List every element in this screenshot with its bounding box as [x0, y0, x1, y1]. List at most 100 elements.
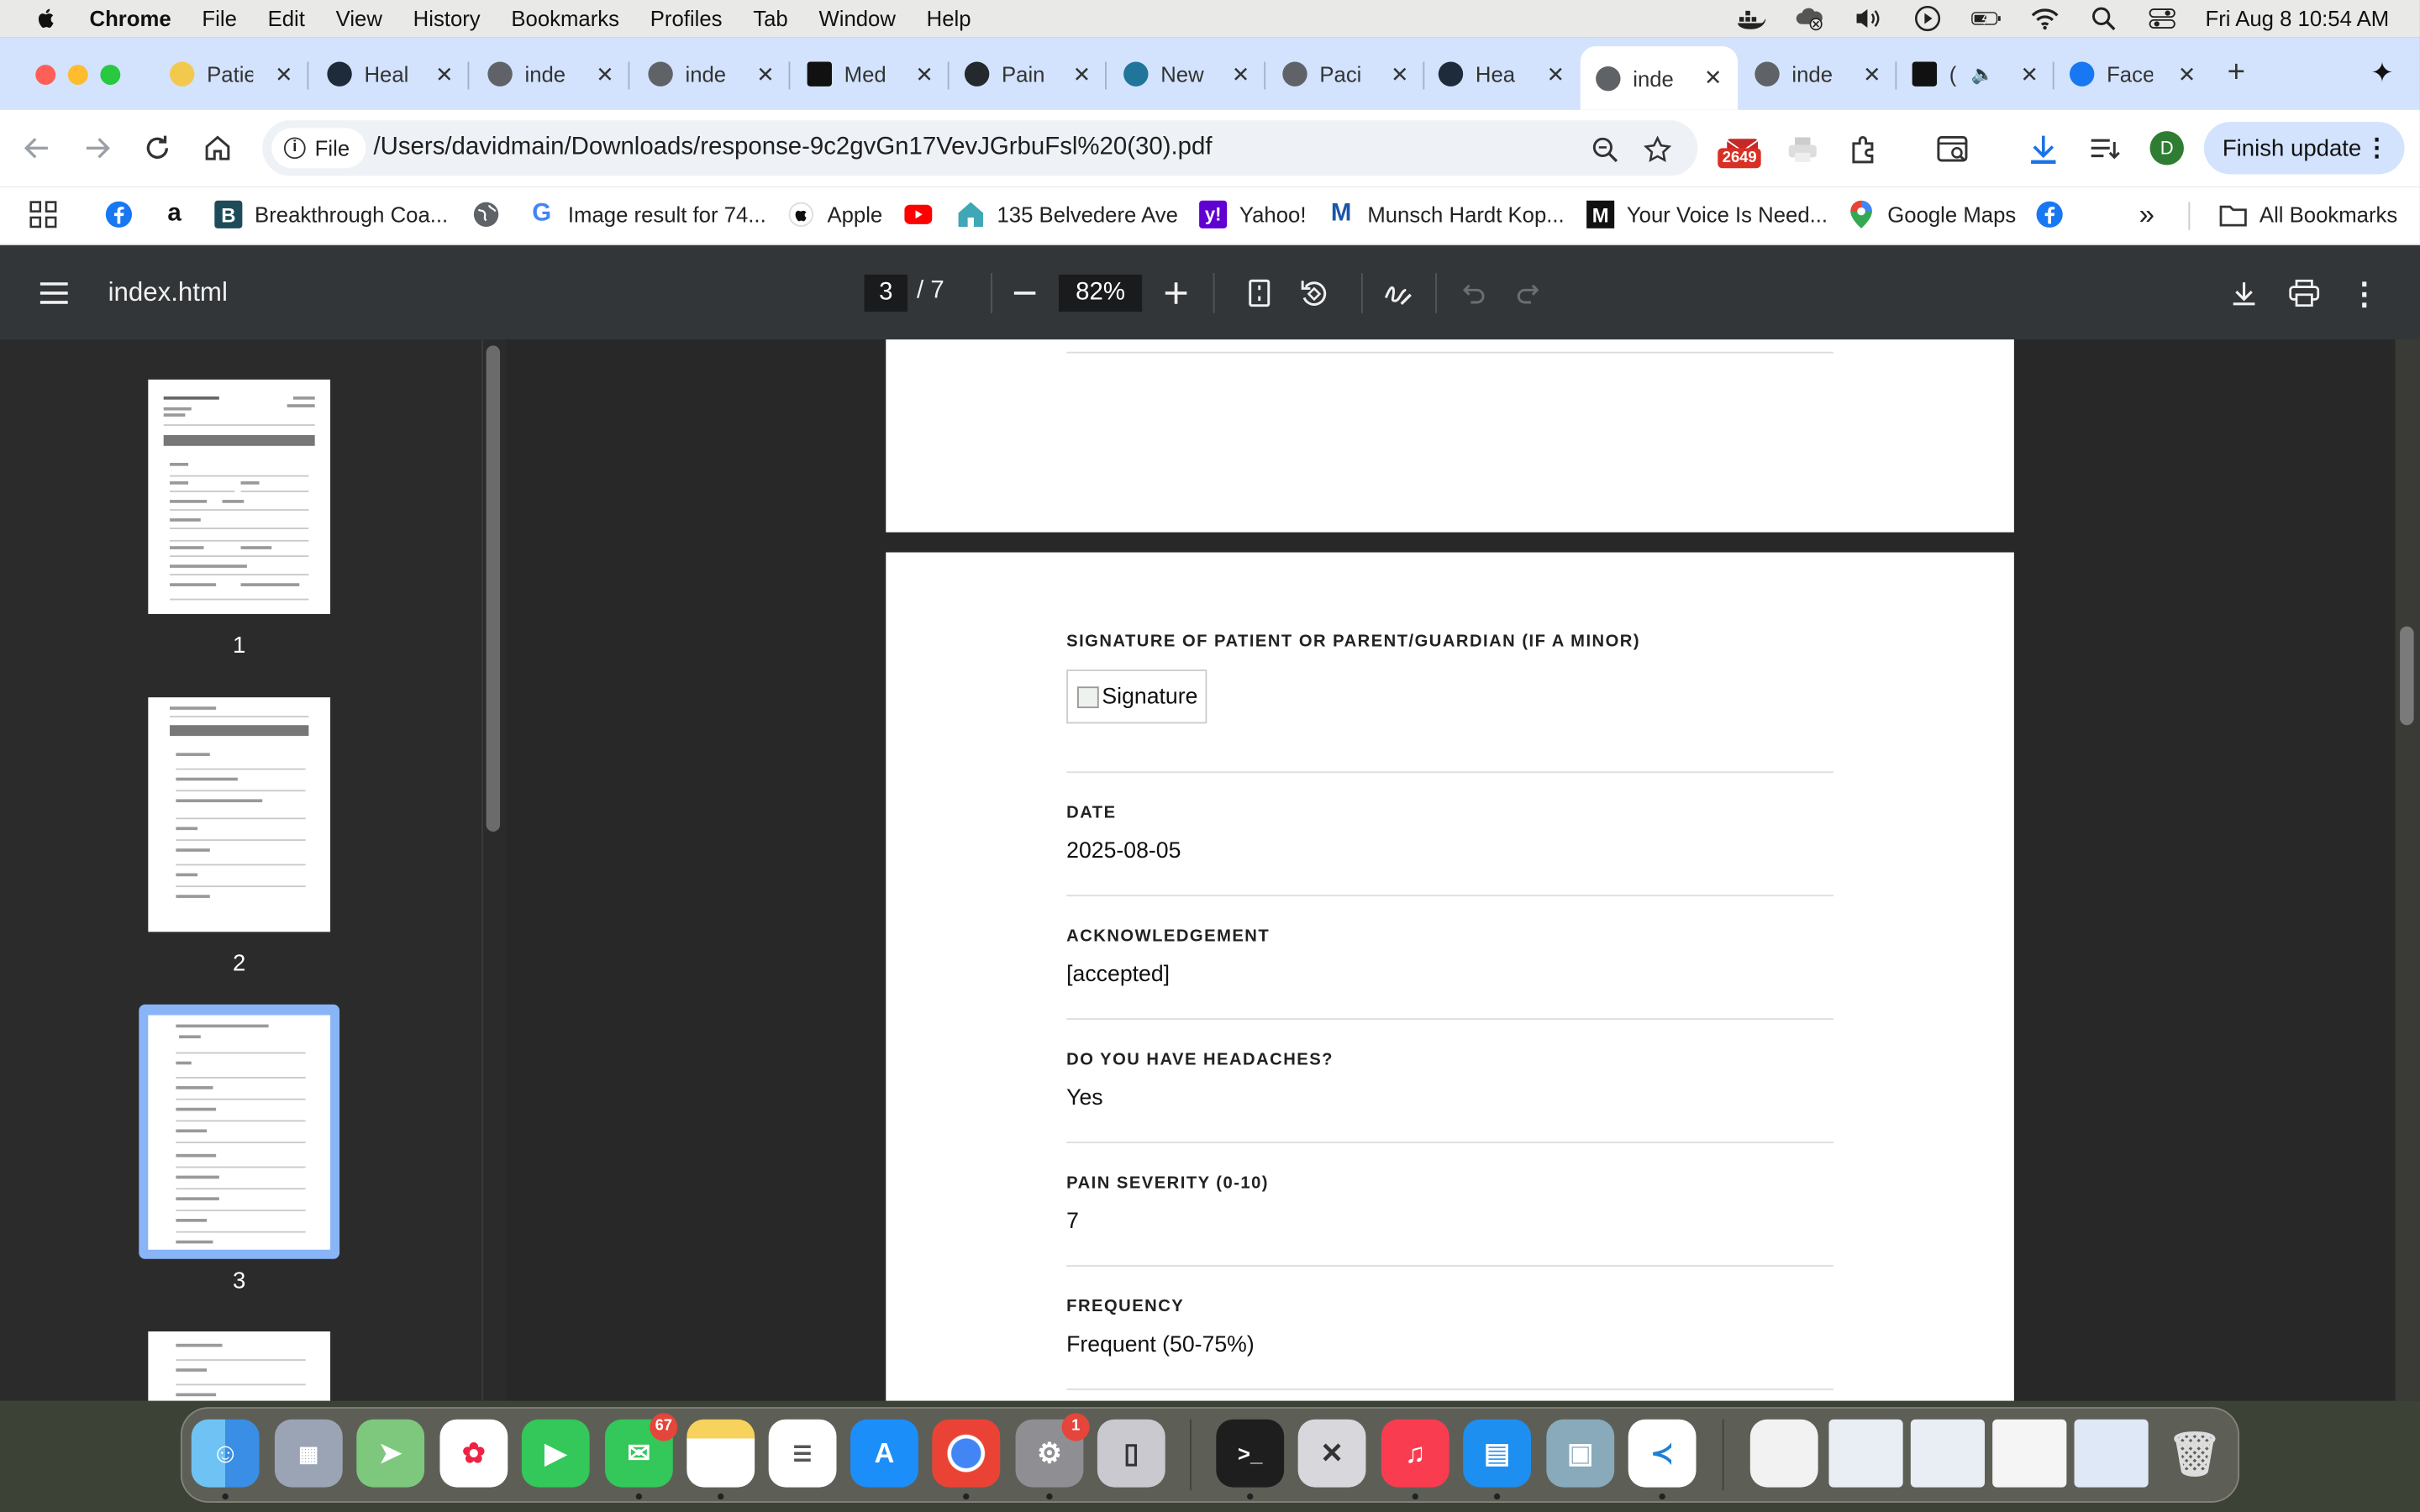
tab-close-icon[interactable]: ✕ [432, 61, 456, 86]
recent-document-icon[interactable] [1828, 1419, 1903, 1488]
browser-tab[interactable]: inde ✕ [472, 50, 630, 99]
document-scrollbar-thumb[interactable] [2400, 626, 2414, 726]
pdf-menu-icon[interactable] [37, 276, 71, 310]
terminal-icon[interactable]: >_ [1216, 1419, 1285, 1488]
music-icon[interactable]: ♫ [1381, 1419, 1449, 1488]
menu-view[interactable]: View [336, 6, 382, 30]
bookmark-item[interactable]: M Your Voice Is Need... [1586, 199, 1828, 230]
bookmark-item[interactable]: M Munsch Hardt Kop... [1328, 199, 1565, 230]
more-options-icon[interactable]: ⋮ [2348, 276, 2381, 311]
undo-icon[interactable] [1457, 276, 1491, 310]
bookmark-item[interactable]: 135 Belvedere Ave [957, 199, 1178, 230]
tab-close-icon[interactable]: ✕ [1860, 61, 1884, 86]
home-button[interactable] [201, 131, 234, 165]
spotlight-icon[interactable] [2088, 6, 2119, 31]
browser-tab[interactable]: inde ✕ [1739, 50, 1897, 99]
browser-tab[interactable]: (🔈 ✕ [1897, 50, 2054, 99]
bookmark-item[interactable]: Apple [787, 199, 882, 230]
browser-tab[interactable]: Paci ✕ [1267, 50, 1425, 99]
bookmark-item[interactable]: y! Yahoo! [1199, 199, 1306, 230]
zoom-level-input[interactable]: 82% [1058, 274, 1143, 312]
pdf-document-area[interactable]: SIGNATURE OF PATIENT OR PARENT/GUARDIAN … [506, 339, 2396, 1401]
menu-window[interactable]: Window [818, 6, 895, 30]
trash-icon[interactable]: 🗑 [2160, 1420, 2228, 1488]
tab-close-icon[interactable]: ✕ [592, 61, 617, 86]
reading-list-icon[interactable] [2086, 131, 2123, 168]
browser-tab[interactable]: Patie ✕ [155, 50, 309, 99]
bookmark-item[interactable] [472, 199, 513, 230]
tab-close-icon[interactable]: ✕ [271, 61, 296, 86]
print-icon[interactable] [2287, 276, 2321, 310]
browser-tab[interactable]: Pain ✕ [950, 50, 1107, 99]
apple-menu-icon[interactable] [34, 6, 58, 30]
reminders-icon[interactable]: ☰ [768, 1419, 837, 1488]
sidebar-scrollbar-thumb[interactable] [486, 345, 501, 832]
site-info-chip[interactable]: i File [271, 128, 366, 169]
now-playing-icon[interactable] [1912, 5, 1944, 32]
tab-close-icon[interactable]: ✕ [753, 61, 777, 86]
bookmark-item[interactable] [904, 199, 944, 230]
tab-close-icon[interactable]: ✕ [912, 61, 936, 86]
menu-file[interactable]: File [202, 6, 236, 30]
forward-button[interactable] [81, 131, 114, 165]
zoom-in-button[interactable] [1159, 276, 1192, 310]
menu-profiles[interactable]: Profiles [650, 6, 723, 30]
bookmark-item[interactable]: a [160, 199, 201, 230]
menu-tab[interactable]: Tab [753, 6, 787, 30]
browser-tab[interactable]: Face ✕ [2054, 50, 2212, 99]
bookmark-item[interactable] [2036, 199, 2076, 230]
browser-tab[interactable]: Med ✕ [792, 50, 950, 99]
browser-tab[interactable]: Heal ✕ [312, 50, 470, 99]
rotate-icon[interactable] [1297, 276, 1330, 310]
extensions-puzzle-icon[interactable] [1846, 131, 1883, 168]
system-info-icon[interactable]: ✕ [1297, 1419, 1366, 1488]
tab-search-icon[interactable] [1935, 131, 1972, 168]
annotate-icon[interactable] [1381, 276, 1415, 310]
chrome-menu-icon[interactable]: ⋮ [2365, 133, 2389, 164]
recent-document-icon[interactable] [1910, 1419, 1985, 1488]
new-tab-button[interactable]: + [2223, 57, 2250, 88]
downloads-stack-icon[interactable] [1749, 1419, 1818, 1488]
docker-icon[interactable]: ▤ [1463, 1419, 1532, 1488]
chrome-icon[interactable] [932, 1419, 1001, 1488]
tab-close-icon[interactable]: ✕ [2018, 61, 2042, 86]
tab-close-icon[interactable]: ✕ [1701, 65, 1725, 89]
window-minimize-button[interactable] [67, 65, 88, 86]
browser-tab-active[interactable]: inde ✕ [1580, 46, 1739, 110]
bookmarks-overflow-icon[interactable]: » [2139, 198, 2154, 230]
page-thumbnail[interactable] [148, 1331, 331, 1401]
docker-status-icon[interactable] [1736, 6, 1767, 30]
url-text[interactable]: /Users/davidmain/Downloads/response-9c2g… [373, 134, 1212, 162]
zoom-out-button[interactable] [1007, 276, 1041, 310]
page-thumbnail-selected[interactable] [148, 1015, 331, 1250]
preview-icon[interactable]: ▣ [1546, 1419, 1615, 1488]
bookmark-item[interactable]: B Breakthrough Coa... [214, 199, 448, 230]
tab-close-icon[interactable]: ✕ [1544, 61, 1568, 86]
menubar-clock[interactable]: Fri Aug 8 10:54 AM [2206, 6, 2390, 30]
launchpad-icon[interactable]: ▦ [274, 1419, 343, 1488]
bookmark-item[interactable]: G Image result for 74... [528, 199, 766, 230]
vscode-icon[interactable]: ≺ [1628, 1419, 1697, 1488]
reload-button[interactable] [140, 131, 174, 165]
app-store-icon[interactable]: A [850, 1419, 918, 1488]
battery-icon[interactable] [1970, 6, 2002, 30]
fit-page-icon[interactable] [1243, 276, 1276, 310]
back-button[interactable] [20, 131, 54, 165]
tab-close-icon[interactable]: ✕ [1070, 61, 1094, 86]
page-thumbnail[interactable] [148, 379, 331, 615]
tab-close-icon[interactable]: ✕ [1228, 61, 1253, 86]
menu-app-name[interactable]: Chrome [90, 6, 171, 30]
address-bar[interactable]: i File /Users/davidmain/Downloads/respons… [262, 120, 1698, 176]
menu-help[interactable]: Help [927, 6, 971, 30]
notes-icon[interactable] [687, 1419, 755, 1488]
menu-history[interactable]: History [413, 6, 481, 30]
tab-close-icon[interactable]: ✕ [2175, 61, 2199, 86]
gemini-sparkle-icon[interactable]: ✦ [2370, 59, 2398, 87]
iphone-mirroring-icon[interactable]: ▯ [1097, 1419, 1165, 1488]
page-number-input[interactable]: 3 [864, 274, 908, 312]
volume-icon[interactable] [1854, 6, 1885, 30]
bookmark-star-icon[interactable] [1642, 134, 1673, 165]
facetime-icon[interactable]: ▶ [521, 1419, 590, 1488]
cloud-sync-icon[interactable] [1795, 6, 1826, 31]
control-center-icon[interactable] [2147, 6, 2178, 30]
